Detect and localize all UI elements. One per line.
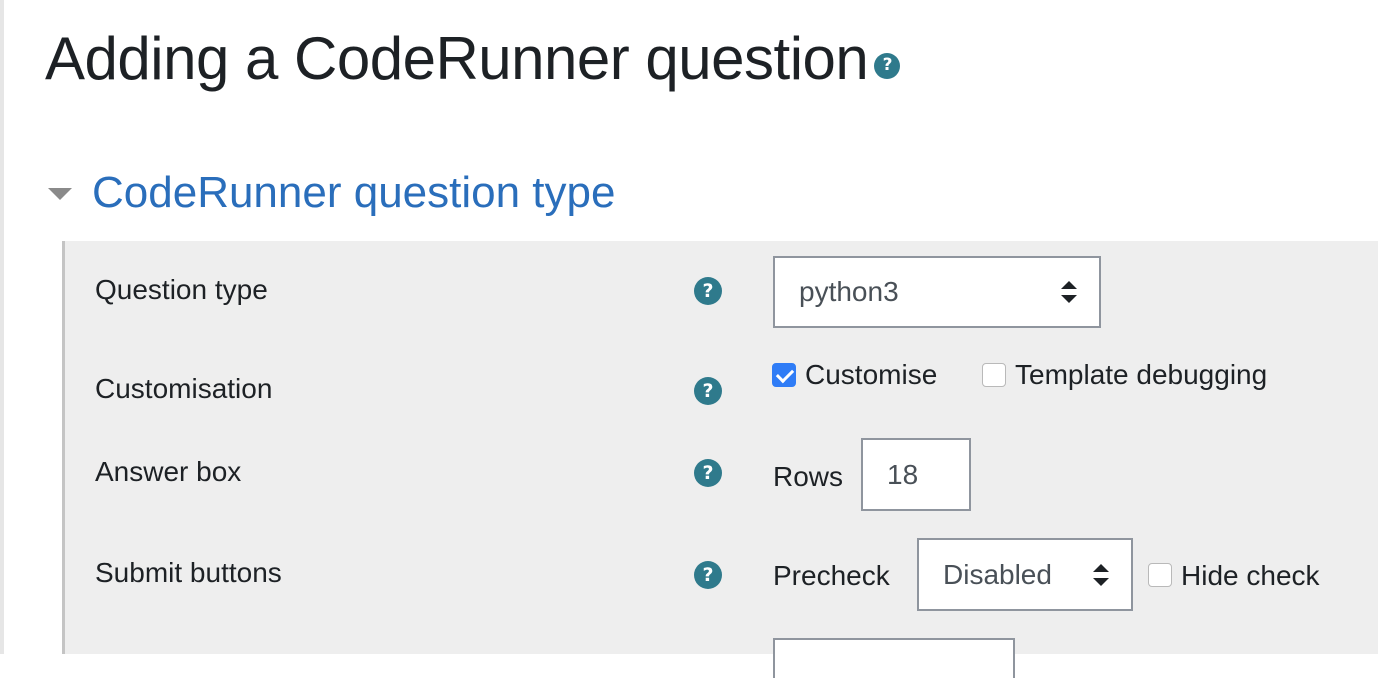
page-title-text: Adding a CodeRunner question [45, 25, 869, 92]
rows-label: Rows [773, 461, 844, 492]
section-header[interactable]: CodeRunner question type [48, 168, 615, 218]
answer-box-label: Answer box [95, 456, 242, 487]
customisation-label: Customisation [95, 373, 273, 404]
hide-check-label[interactable]: Hide check [1181, 560, 1320, 592]
question-type-select[interactable]: python3 [773, 256, 1101, 328]
customise-label[interactable]: Customise [805, 359, 937, 391]
customisation-help-icon[interactable]: ? [694, 377, 722, 405]
precheck-select-value: Disabled [943, 558, 1052, 590]
template-debugging-checkbox[interactable] [982, 363, 1006, 387]
precheck-label: Precheck [773, 560, 890, 591]
precheck-select[interactable]: Disabled [917, 538, 1133, 611]
submit-buttons-help-icon[interactable]: ? [694, 561, 722, 589]
next-field-select[interactable] [773, 638, 1015, 678]
template-debugging-label[interactable]: Template debugging [1015, 359, 1267, 391]
help-icon[interactable]: ? [874, 52, 901, 79]
submit-buttons-label: Submit buttons [95, 557, 282, 588]
select-arrows-icon [1061, 281, 1077, 303]
hide-check-checkbox[interactable] [1148, 563, 1172, 587]
customise-checkbox[interactable] [772, 363, 796, 387]
section-title[interactable]: CodeRunner question type [92, 168, 615, 218]
answer-box-help-icon[interactable]: ? [694, 459, 722, 487]
question-type-help-icon[interactable]: ? [694, 277, 722, 305]
question-type-label: Question type [95, 274, 268, 305]
left-border [0, 0, 4, 654]
question-type-select-value: python3 [799, 276, 899, 307]
rows-input-value: 18 [887, 458, 919, 490]
page-title: Adding a CodeRunner question ? [45, 24, 901, 93]
caret-down-icon[interactable] [48, 188, 72, 200]
rows-input[interactable]: 18 [861, 438, 971, 511]
select-arrows-icon [1093, 563, 1109, 586]
